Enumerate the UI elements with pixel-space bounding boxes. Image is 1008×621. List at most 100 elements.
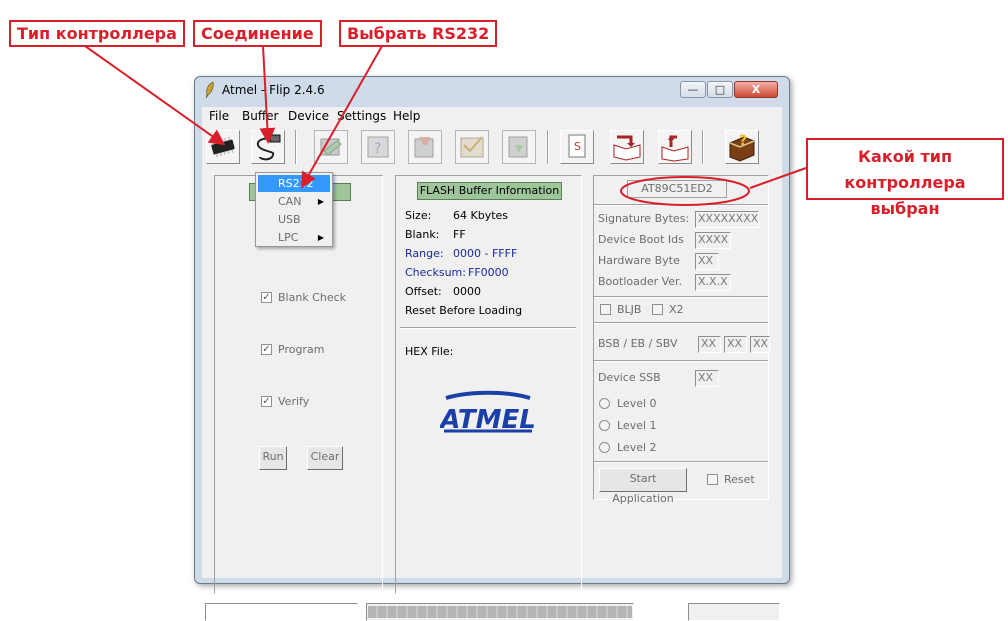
level-2-radio[interactable]	[599, 442, 610, 453]
maximize-button[interactable]: □	[707, 81, 733, 98]
menu-item-can[interactable]: CAN ▶	[258, 193, 330, 210]
buffer-offset-label: Offset:	[405, 285, 442, 298]
device-ssb-label: Device SSB	[598, 371, 661, 384]
program-button[interactable]	[408, 130, 442, 164]
menu-item-lpc[interactable]: LPC ▶	[258, 229, 330, 246]
help-book-icon: ?	[729, 133, 755, 162]
blank-check-label: Blank Check	[278, 291, 347, 304]
buffer-range-label: Range:	[405, 247, 444, 260]
buffer-range-value: 0000 - FFFF	[453, 247, 518, 260]
title-bar[interactable]: Atmel - Flip 2.4.6 — □ X	[195, 77, 789, 103]
callout-connection: Соединение	[193, 20, 322, 47]
atmel-logo: ATMEL	[438, 388, 536, 436]
menu-file[interactable]: File	[209, 109, 229, 123]
run-button[interactable]: Run	[259, 446, 287, 470]
blank-check-checkbox[interactable]: ✓	[261, 292, 272, 303]
divider	[400, 327, 576, 329]
hex-file-label: HEX File:	[405, 345, 454, 358]
menu-help[interactable]: Help	[393, 109, 420, 123]
device-boot-ids-label: Device Boot Ids	[598, 233, 684, 246]
callout-controller-type: Тип контроллера	[9, 20, 185, 47]
load-hex-button[interactable]: S	[560, 130, 594, 164]
blank-check-button[interactable]: ?	[361, 130, 395, 164]
reset-before-loading: Reset Before Loading	[405, 304, 523, 317]
select-device-button[interactable]	[206, 130, 240, 164]
buffer-checksum-value: FF0000	[468, 266, 509, 279]
status-text-field	[205, 603, 358, 621]
reset-checkbox[interactable]	[707, 474, 718, 485]
window-title: Atmel - Flip 2.4.6	[222, 83, 325, 97]
erase-button[interactable]	[314, 130, 348, 164]
svg-text:?: ?	[739, 133, 747, 149]
callout-which-controller: Какой тип контроллера выбран	[806, 138, 1004, 218]
read-button[interactable]	[502, 130, 536, 164]
flip-window: Atmel - Flip 2.4.6 — □ X File Buffer Dev…	[194, 76, 790, 621]
buffer-size-label: Size:	[405, 209, 432, 222]
load-hex-icon: S	[568, 134, 586, 158]
save-buffer-button[interactable]	[610, 130, 644, 164]
bootloader-ver-field: X.X.X	[695, 274, 731, 291]
bljb-label: BLJB	[617, 303, 642, 316]
verify-button[interactable]	[455, 130, 489, 164]
divider	[594, 296, 768, 298]
menu-item-usb[interactable]: USB	[258, 211, 330, 228]
reset-label: Reset	[724, 473, 755, 486]
menu-device[interactable]: Device	[288, 109, 329, 123]
program-label: Program	[278, 343, 325, 356]
level-0-label: Level 0	[617, 397, 657, 410]
progress-bar	[366, 603, 634, 621]
device-boot-ids-field: XXXX	[695, 232, 731, 249]
bljb-checkbox[interactable]	[600, 304, 611, 315]
program-checkbox[interactable]: ✓	[261, 344, 272, 355]
x2-label: X2	[669, 303, 684, 316]
clear-button[interactable]: Clear	[307, 446, 343, 470]
submenu-arrow-icon: ▶	[317, 233, 324, 242]
verify-checkbox[interactable]: ✓	[261, 396, 272, 407]
level-1-radio[interactable]	[599, 420, 610, 431]
menu-settings[interactable]: Settings	[337, 109, 386, 123]
close-button[interactable]: X	[734, 81, 778, 98]
cable-icon	[256, 134, 281, 161]
flash-buffer-info-button[interactable]: FLASH Buffer Information	[417, 182, 562, 200]
minimize-button[interactable]: —	[680, 81, 706, 98]
start-application-button[interactable]: Start Application	[599, 468, 687, 505]
device-name: AT89C51ED2	[627, 180, 727, 198]
read-icon	[508, 136, 528, 158]
help-button[interactable]: ?	[725, 130, 759, 164]
divider	[594, 322, 768, 324]
toolbar-separator	[547, 130, 549, 164]
svg-text:S: S	[574, 140, 581, 153]
bootloader-ver-label: Bootloader Ver.	[598, 275, 683, 288]
level-0-radio[interactable]	[599, 398, 610, 409]
hardware-byte-label: Hardware Byte	[598, 254, 680, 267]
status-right-field	[688, 603, 780, 621]
menu-buffer[interactable]: Buffer	[242, 109, 278, 123]
submenu-arrow-icon: ▶	[317, 197, 324, 206]
chip-icon	[211, 137, 235, 157]
level-2-label: Level 2	[617, 441, 657, 454]
edit-buffer-icon	[661, 135, 689, 162]
connection-button[interactable]	[251, 130, 285, 164]
signature-bytes-label: Signature Bytes:	[598, 212, 690, 225]
menu-bar: File Buffer Device Settings Help	[202, 107, 782, 126]
bsb-label: BSB / EB / SBV	[598, 337, 678, 350]
verify-label: Verify	[278, 395, 310, 408]
x2-checkbox[interactable]	[652, 304, 663, 315]
connection-menu: RS232 CAN ▶ USB LPC ▶	[255, 172, 333, 247]
divider	[594, 461, 768, 463]
divider	[594, 360, 768, 362]
buffer-checksum-label: Checksum:	[405, 266, 466, 279]
blank-check-icon: ?	[367, 136, 389, 158]
device-ssb-field: XX	[695, 370, 719, 387]
toolbar-separator	[295, 130, 297, 164]
erase-icon	[320, 138, 342, 156]
edit-buffer-button[interactable]	[658, 130, 692, 164]
toolbar-separator	[702, 130, 704, 164]
buffer-offset-value: 0000	[453, 285, 481, 298]
buffer-panel: FLASH Buffer Information Size: 64 Kbytes…	[395, 175, 582, 594]
device-panel: AT89C51ED2 Signature Bytes: XXXXXXXX Dev…	[593, 175, 770, 505]
menu-item-rs232[interactable]: RS232	[258, 175, 330, 192]
callout-select-rs232: Выбрать RS232	[339, 20, 498, 47]
program-icon	[414, 137, 434, 158]
save-buffer-icon	[613, 135, 641, 161]
